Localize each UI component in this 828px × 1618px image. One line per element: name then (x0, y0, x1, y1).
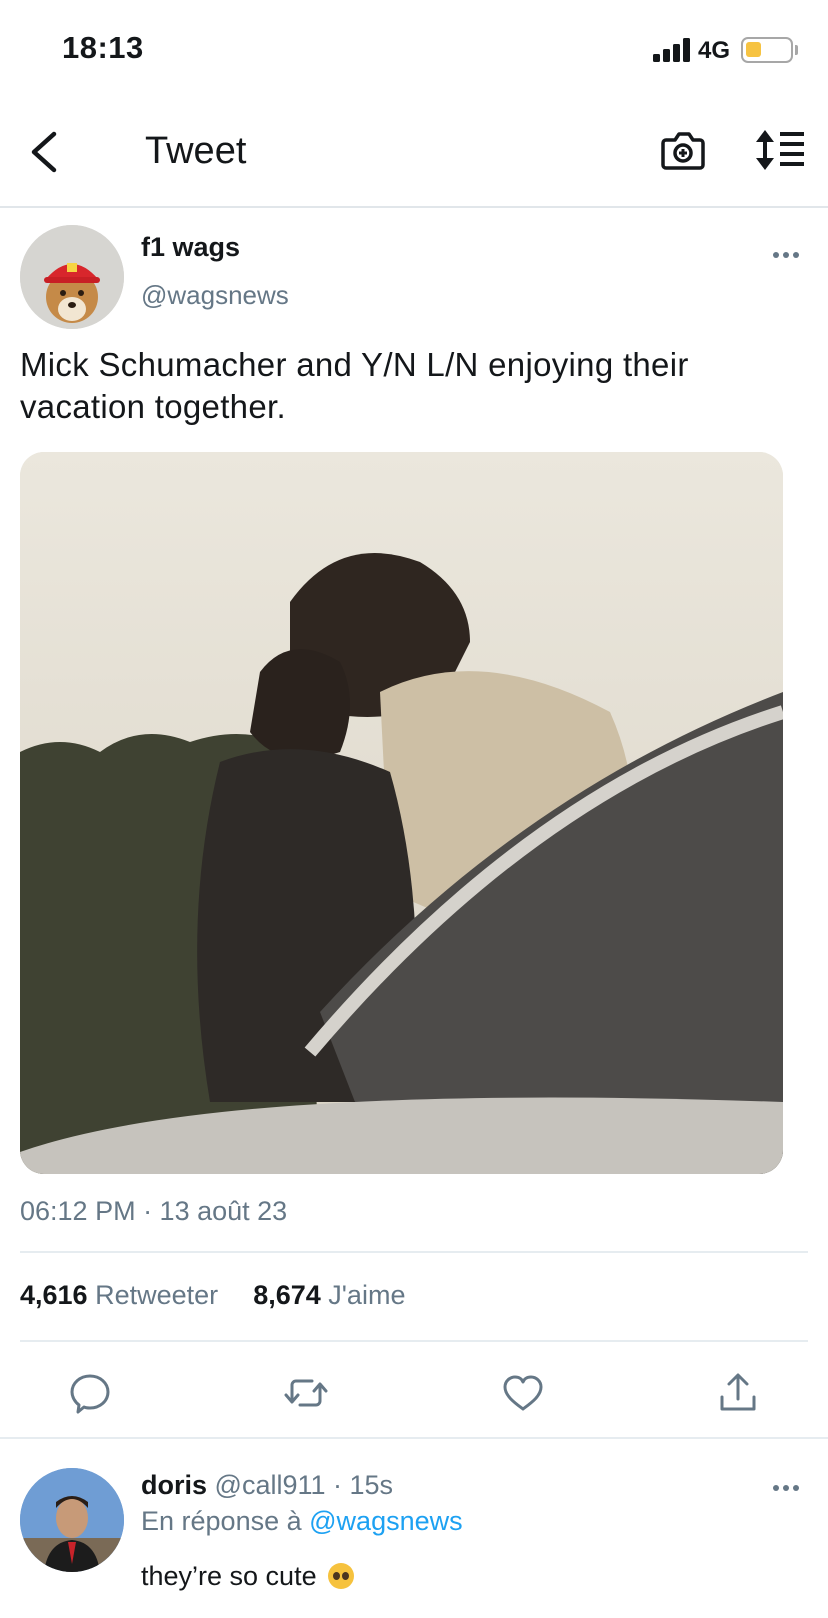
status-time: 18:13 (62, 30, 144, 65)
more-icon[interactable] (772, 250, 800, 260)
camera-add-icon[interactable] (660, 128, 706, 172)
status-bar: 18:13 4G (0, 0, 828, 100)
chevron-left-icon[interactable] (26, 126, 70, 178)
like-icon[interactable] (501, 1371, 545, 1415)
more-icon[interactable] (772, 1483, 800, 1493)
reply-text-content: they’re so cute (141, 1561, 317, 1591)
reply-author-handle[interactable]: @call911 (215, 1470, 326, 1500)
reply-header: doris @call911 · 15s (141, 1470, 393, 1501)
pleading-face-emoji-icon (328, 1563, 355, 1589)
reply-text: they’re so cute (141, 1561, 355, 1592)
share-icon[interactable] (716, 1371, 760, 1415)
likes-count[interactable]: 8,674 (253, 1280, 321, 1310)
avatar[interactable] (20, 225, 124, 329)
reply-prefix: En réponse à (141, 1506, 302, 1536)
retweets-label[interactable]: Retweeter (95, 1280, 218, 1310)
page-title: Tweet (145, 130, 247, 172)
sort-icon[interactable] (754, 128, 806, 172)
network-type: 4G (698, 37, 731, 64)
battery-icon (741, 37, 793, 63)
signal-icon (653, 38, 691, 62)
divider (20, 1251, 808, 1253)
likes-label[interactable]: J'aime (328, 1280, 405, 1310)
tweet-stats: 4,616 Retweeter 8,674 J'aime (20, 1280, 405, 1311)
divider (20, 1340, 808, 1342)
reply-icon[interactable] (68, 1371, 112, 1415)
reply-to-link[interactable]: @wagsnews (309, 1506, 462, 1536)
reply-avatar[interactable] (20, 1468, 124, 1572)
tweet-text: Mick Schumacher and Y/N L/N enjoying the… (20, 346, 689, 425)
retweet-icon[interactable] (284, 1371, 328, 1415)
reply-author-name[interactable]: doris (141, 1470, 207, 1500)
author-name[interactable]: f1 wags (141, 232, 240, 263)
reply-context: En réponse à @wagsnews (141, 1506, 463, 1537)
nav-bar: Tweet (0, 100, 828, 208)
divider (0, 1437, 828, 1439)
retweets-count[interactable]: 4,616 (20, 1280, 88, 1310)
tweet-timestamp: 06:12 PM · 13 août 23 (20, 1196, 288, 1226)
reply-time: · 15s (333, 1470, 394, 1500)
tweet-photo[interactable] (20, 452, 783, 1174)
author-handle[interactable]: @wagsnews (141, 280, 289, 311)
